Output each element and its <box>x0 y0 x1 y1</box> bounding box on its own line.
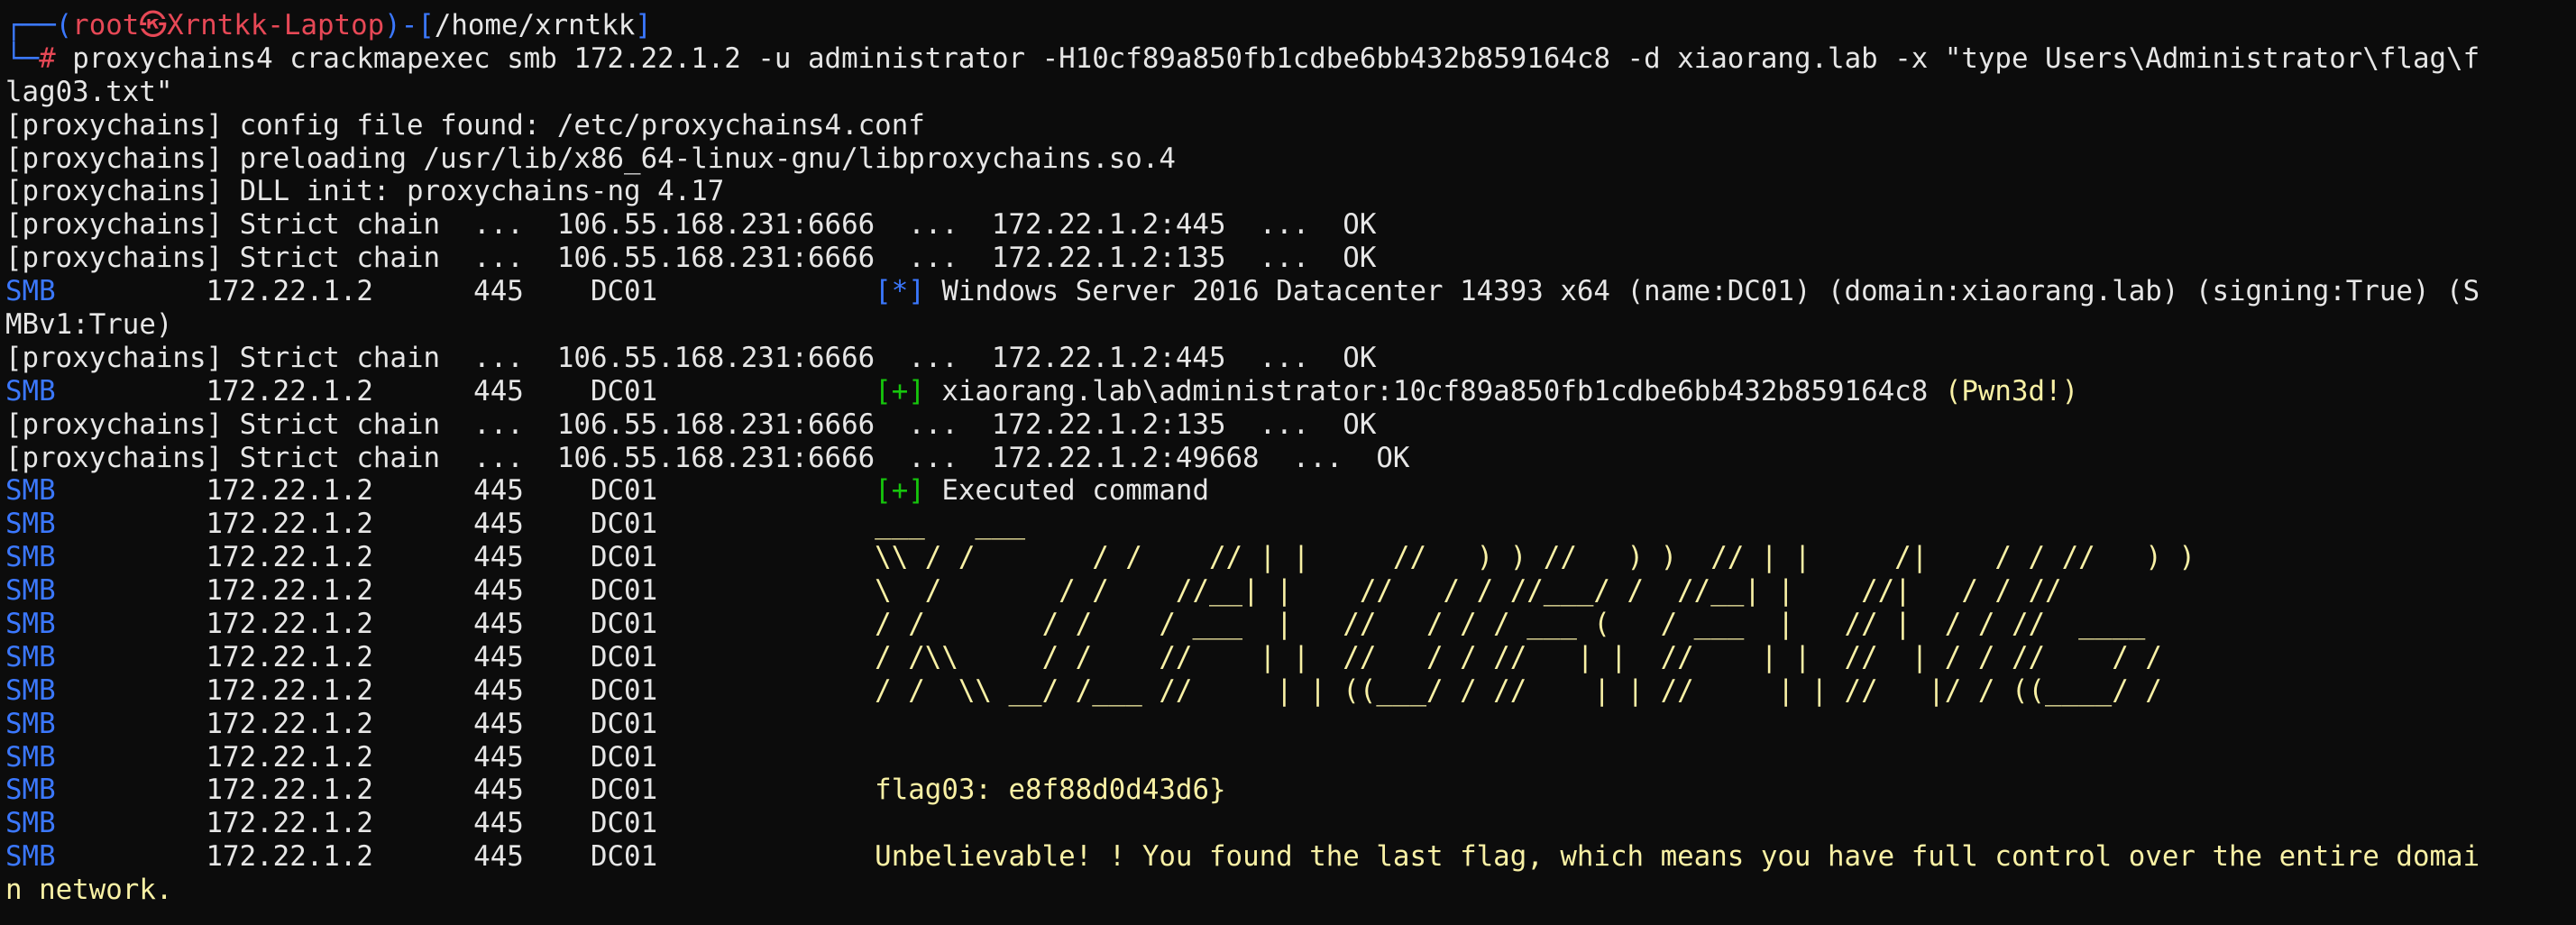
terminal-text-segment: [proxychains] Strict chain ... 106.55.16… <box>5 242 1377 275</box>
terminal-line: MBv1:True) <box>5 308 2572 342</box>
terminal-line: SMB 172.22.1.2 445 DC01 ___ ___ <box>5 508 2572 541</box>
terminal-line: SMB 172.22.1.2 445 DC01 <box>5 807 2572 840</box>
terminal-text-segment: 172.22.1.2 445 DC01 <box>55 474 875 508</box>
terminal-line: SMB 172.22.1.2 445 DC01 / /\\ / / // | |… <box>5 641 2572 674</box>
terminal-line: [proxychains] Strict chain ... 106.55.16… <box>5 408 2572 442</box>
terminal-text-segment: 172.22.1.2 445 DC01 <box>55 640 875 673</box>
terminal-text-segment: \\ / / / / // | | // ) ) // ) ) // | | /… <box>875 541 2196 574</box>
terminal-text-segment: / /\\ / / // | | // / / // | | // | | //… <box>875 640 2162 673</box>
terminal-line: SMB 172.22.1.2 445 DC01 <box>5 741 2572 774</box>
terminal-text-segment: [proxychains] DLL init: proxychains-ng 4… <box>5 175 725 208</box>
terminal-text-segment: )-[ <box>384 9 435 41</box>
terminal-line: SMB 172.22.1.2 445 DC01 Unbelievable! ! … <box>5 840 2572 874</box>
terminal-line: [proxychains] Strict chain ... 106.55.16… <box>5 242 2572 275</box>
terminal-text-segment: flag03: e8f88d0d43d6} <box>875 774 1226 807</box>
terminal-line: SMB 172.22.1.2 445 DC01 [*] Windows Serv… <box>5 275 2572 308</box>
terminal-text-segment: ___ ___ <box>875 508 1026 541</box>
terminal-text-segment: /home/xrntkk <box>434 9 636 41</box>
terminal-text-segment: ┌──( <box>5 9 73 41</box>
terminal-line: [proxychains] Strict chain ... 106.55.16… <box>5 442 2572 475</box>
terminal-line: n network. <box>5 874 2572 907</box>
terminal-line: SMB 172.22.1.2 445 DC01 / / \\ __/ /___ … <box>5 674 2572 708</box>
terminal-text-segment: SMB <box>5 541 56 574</box>
terminal-text-segment: Windows Server 2016 Datacenter 14393 x64… <box>924 275 2480 308</box>
terminal-line: [proxychains] Strict chain ... 106.55.16… <box>5 208 2572 242</box>
terminal-text-segment: 172.22.1.2 445 DC01 <box>55 707 658 740</box>
terminal-window[interactable]: ┌──(root㉿Xrntkk-Laptop)-[/home/xrntkk] └─… <box>0 0 2576 925</box>
terminal-text-segment: / / / / / ___ | // / / / ___ ( / ___ | /… <box>875 608 2146 641</box>
terminal-text-segment: [+] <box>875 374 925 408</box>
terminal-line: [proxychains] DLL init: proxychains-ng 4… <box>5 175 2572 208</box>
terminal-text-segment: [proxychains] Strict chain ... 106.55.16… <box>5 441 1410 474</box>
terminal-text-segment: (Pwn3d!) <box>1944 374 2079 408</box>
terminal-text-segment: 172.22.1.2 445 DC01 <box>55 508 875 541</box>
terminal-text-segment: SMB <box>5 807 56 840</box>
terminal-text-segment: SMB <box>5 840 56 874</box>
terminal-text-segment: ] <box>635 9 652 41</box>
terminal-line: lag03.txt" <box>5 76 2572 109</box>
terminal-line: [proxychains] config file found: /etc/pr… <box>5 109 2572 142</box>
terminal-text-segment: 172.22.1.2 445 DC01 <box>55 807 658 840</box>
terminal-text-segment: SMB <box>5 740 56 774</box>
terminal-text-segment: [proxychains] Strict chain ... 106.55.16… <box>5 208 1377 242</box>
terminal-text-segment: 172.22.1.2 445 DC01 <box>55 275 875 308</box>
terminal-text-segment: Executed command <box>924 474 1209 508</box>
terminal-text-segment: proxychains4 crackmapexec smb 172.22.1.2… <box>72 41 2480 75</box>
terminal-text-segment: SMB <box>5 774 56 807</box>
terminal-text-segment: SMB <box>5 673 56 707</box>
terminal-line: ┌──(root㉿Xrntkk-Laptop)-[/home/xrntkk] <box>5 9 2572 42</box>
terminal-line: SMB 172.22.1.2 445 DC01 [+] xiaorang.lab… <box>5 375 2572 408</box>
terminal-line: SMB 172.22.1.2 445 DC01 <box>5 708 2572 741</box>
terminal-text-segment: n network. <box>5 874 173 907</box>
terminal-text-segment: 172.22.1.2 445 DC01 <box>55 673 875 707</box>
terminal-text-segment: [*] <box>875 275 925 308</box>
terminal-text-segment: Unbelievable! ! You found the last flag,… <box>875 840 2480 874</box>
terminal-text-segment: SMB <box>5 574 56 608</box>
terminal-text-segment: / / \\ __/ /___ // | | ((___/ / // | | /… <box>875 673 2162 707</box>
terminal-text-segment: xiaorang.lab\administrator:10cf89a850fb1… <box>924 374 1945 408</box>
terminal-text-segment: └─ <box>5 41 40 75</box>
terminal-text-segment: 172.22.1.2 445 DC01 <box>55 774 875 807</box>
terminal-text-segment: [proxychains] Strict chain ... 106.55.16… <box>5 408 1377 441</box>
terminal-line: SMB 172.22.1.2 445 DC01 \\ / / / / // | … <box>5 541 2572 574</box>
terminal-text-segment: [+] <box>875 474 925 508</box>
terminal-line: [proxychains] Strict chain ... 106.55.16… <box>5 342 2572 375</box>
terminal-text-segment: 172.22.1.2 445 DC01 <box>55 840 875 874</box>
terminal-line: SMB 172.22.1.2 445 DC01 \ / / / //__| | … <box>5 574 2572 608</box>
terminal-text-segment: root㉿Xrntkk-Laptop <box>72 9 385 41</box>
terminal-text-segment: 172.22.1.2 445 DC01 <box>55 740 658 774</box>
terminal-text-segment: [proxychains] Strict chain ... 106.55.16… <box>5 341 1377 374</box>
terminal-text-segment: SMB <box>5 474 56 508</box>
terminal-text-segment: MBv1:True) <box>5 308 173 342</box>
terminal-text-segment: [proxychains] config file found: /etc/pr… <box>5 108 925 142</box>
terminal-text-segment: SMB <box>5 707 56 740</box>
terminal-text-segment: 172.22.1.2 445 DC01 <box>55 574 875 608</box>
terminal-text-segment: 172.22.1.2 445 DC01 <box>55 608 875 641</box>
terminal-text-segment: 172.22.1.2 445 DC01 <box>55 541 875 574</box>
terminal-text-segment: lag03.txt" <box>5 75 173 108</box>
terminal-line: SMB 172.22.1.2 445 DC01 flag03: e8f88d0d… <box>5 774 2572 807</box>
terminal-text-segment: SMB <box>5 508 56 541</box>
terminal-text-segment: SMB <box>5 608 56 641</box>
terminal-line: └─# proxychains4 crackmapexec smb 172.22… <box>5 42 2572 76</box>
terminal-text-segment: 172.22.1.2 445 DC01 <box>55 374 875 408</box>
terminal-line: SMB 172.22.1.2 445 DC01 [+] Executed com… <box>5 474 2572 508</box>
terminal-line: [proxychains] preloading /usr/lib/x86_64… <box>5 142 2572 176</box>
terminal-text-segment: SMB <box>5 640 56 673</box>
terminal-text-segment: SMB <box>5 374 56 408</box>
terminal-text-segment: \ / / / //__| | // / / //___/ / //__| | … <box>875 574 2062 608</box>
terminal-text-segment: # <box>39 41 73 75</box>
terminal-text-segment: SMB <box>5 275 56 308</box>
terminal-line: SMB 172.22.1.2 445 DC01 / / / / / ___ | … <box>5 608 2572 641</box>
terminal-text-segment: [proxychains] preloading /usr/lib/x86_64… <box>5 142 1176 175</box>
